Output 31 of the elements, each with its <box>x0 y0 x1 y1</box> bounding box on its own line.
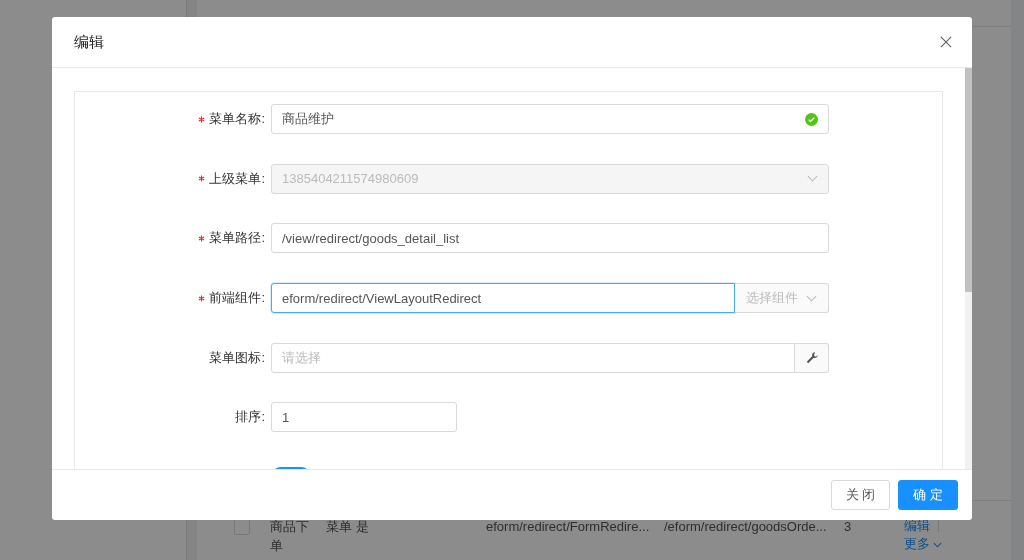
input-field[interactable]: /view/redirect/goods_detail_list <box>271 223 829 254</box>
table-cell-text: 商品下单 <box>270 518 310 555</box>
field-label: 上级菜单: <box>209 169 265 188</box>
success-icon <box>805 112 818 126</box>
field-label: 排序: <box>235 408 265 427</box>
component-select[interactable]: 选择组件 <box>735 283 829 314</box>
number-input[interactable]: 1 <box>271 402 457 433</box>
table-cell-text: /eform/redirect/goodsOrde... <box>664 518 828 536</box>
table-cell-text: 3 <box>844 518 853 536</box>
field-label: 菜单图标: <box>209 348 265 367</box>
chevron-down-icon <box>807 175 818 183</box>
field-label: 前端组件: <box>209 289 265 308</box>
dialog-title: 编辑 <box>74 32 104 52</box>
close-icon[interactable] <box>940 36 952 48</box>
table-cell-text: eform/redirect/FormRedire... <box>486 518 651 536</box>
scrollbar-thumb[interactable] <box>965 68 972 292</box>
action-link[interactable]: 编辑 <box>904 517 930 535</box>
table-cell-text: 是 <box>356 518 370 536</box>
field-label: 菜单路径: <box>209 229 265 248</box>
chevron-down-icon <box>806 294 817 302</box>
action-link[interactable]: 更多 <box>904 535 942 553</box>
wrench-button[interactable] <box>795 342 829 373</box>
caret-icon <box>933 542 942 548</box>
close-button[interactable]: 关 闭 <box>830 480 891 510</box>
table-cell-text: 菜单 <box>326 518 353 536</box>
input-field[interactable]: 请选择 <box>271 342 795 373</box>
wrench-icon <box>804 350 819 365</box>
confirm-button[interactable]: 确 定 <box>898 480 958 510</box>
field-label: 菜单名称: <box>209 110 265 128</box>
input-field[interactable]: eform/redirect/ViewLayoutRedirect <box>271 283 735 314</box>
input-field[interactable]: 商品维护 <box>271 104 829 134</box>
